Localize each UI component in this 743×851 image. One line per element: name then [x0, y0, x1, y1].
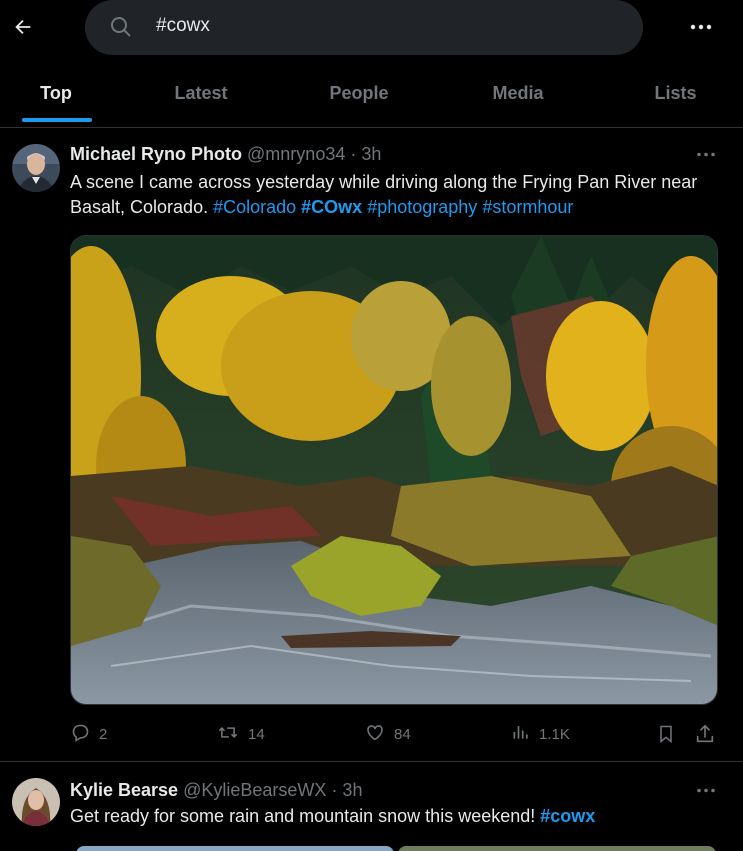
reply-icon [70, 722, 99, 747]
timestamp[interactable]: · 3h [331, 780, 362, 800]
hashtag-link[interactable]: #stormhour [482, 197, 573, 217]
timestamp[interactable]: · 3h [350, 144, 381, 164]
hashtag-link[interactable]: #cowx [540, 806, 595, 826]
hashtag-link[interactable]: #Colorado [213, 197, 296, 217]
tab-media[interactable]: Media [428, 66, 608, 126]
tweet-text: Get ready for some rain and mountain sno… [70, 806, 596, 826]
tab-top[interactable]: Top [0, 66, 112, 126]
tab-people[interactable]: People [290, 66, 428, 126]
tab-lists[interactable]: Lists [608, 66, 743, 126]
search-tabs: Top Latest People Media Lists [0, 66, 743, 126]
active-tab-indicator [22, 118, 92, 122]
tweet-photo[interactable] [70, 235, 718, 705]
like-icon [364, 722, 394, 747]
reply-button[interactable]: 2 [70, 720, 107, 748]
like-button[interactable]: 84 [364, 720, 411, 748]
search-bar[interactable]: #cowx [85, 0, 643, 55]
tweet-header: Michael Ryno Photo @mnryno34 · 3h [70, 144, 381, 165]
more-icon[interactable] [690, 144, 722, 164]
avatar[interactable] [12, 778, 60, 826]
back-arrow-icon[interactable] [8, 10, 38, 44]
hashtag-link[interactable]: #photography [367, 197, 477, 217]
display-name[interactable]: Kylie Bearse [70, 780, 178, 800]
share-icon[interactable] [694, 720, 724, 748]
more-icon[interactable] [686, 12, 716, 42]
user-handle[interactable]: @mnryno34 [247, 144, 345, 164]
user-handle[interactable]: @KylieBearseWX [183, 780, 326, 800]
repost-button[interactable]: 14 [216, 720, 265, 748]
hashtag-link[interactable]: #COwx [301, 197, 362, 217]
media-thumbnail[interactable] [398, 846, 716, 851]
search-input[interactable]: #cowx [156, 15, 210, 37]
header: #cowx Top Latest People Media Lists [0, 0, 743, 128]
tweet-header: Kylie Bearse @KylieBearseWX · 3h [70, 780, 362, 801]
more-icon[interactable] [690, 780, 722, 800]
views-button[interactable]: 1.1K [511, 720, 570, 748]
tweet-text: A scene I came across yesterday while dr… [70, 172, 698, 217]
search-icon [109, 15, 133, 39]
tweet[interactable]: Kylie Bearse @KylieBearseWX · 3h Get rea… [0, 762, 743, 851]
tweet-actions: 2 14 84 1.1K [70, 720, 720, 748]
display-name[interactable]: Michael Ryno Photo [70, 144, 242, 164]
avatar[interactable] [12, 144, 60, 192]
views-icon [511, 722, 539, 746]
tweet-media-preview[interactable] [76, 846, 716, 851]
tab-latest[interactable]: Latest [112, 66, 290, 126]
tweet[interactable]: Michael Ryno Photo @mnryno34 · 3h A scen… [0, 128, 743, 762]
media-thumbnail[interactable] [76, 846, 394, 851]
bookmark-icon[interactable] [656, 720, 684, 748]
repost-icon [216, 722, 248, 747]
